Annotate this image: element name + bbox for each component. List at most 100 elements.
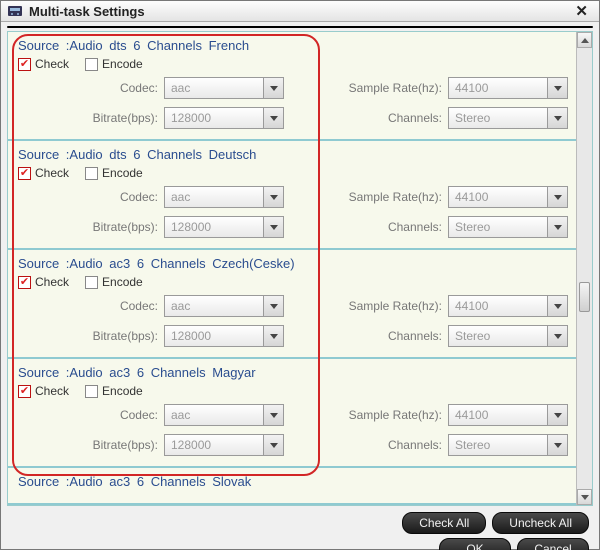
chevron-down-icon[interactable] bbox=[263, 435, 283, 455]
check-checkbox[interactable] bbox=[18, 385, 31, 398]
codec-select[interactable]: aac bbox=[164, 186, 284, 208]
chevron-down-icon[interactable] bbox=[547, 217, 567, 237]
bitrate-value: 128000 bbox=[171, 329, 211, 343]
channels-select[interactable]: Stereo bbox=[448, 325, 568, 347]
check-checkbox[interactable] bbox=[18, 167, 31, 180]
cancel-button[interactable]: Cancel bbox=[517, 538, 589, 550]
source-block: Source :Audio ac3 6 Channels Czech(Ceske… bbox=[8, 250, 576, 359]
check-label: Check bbox=[35, 384, 69, 398]
bitrate-field: Bitrate(bps):128000 bbox=[18, 434, 284, 456]
check-checkbox[interactable] bbox=[18, 58, 31, 71]
check-option[interactable]: Check bbox=[18, 384, 69, 398]
codec-field: Codec:aac bbox=[18, 295, 284, 317]
check-row: Check Encode bbox=[18, 384, 568, 398]
vertical-scrollbar[interactable] bbox=[576, 32, 592, 505]
channels-select[interactable]: Stereo bbox=[448, 434, 568, 456]
source-block: Source :Audio ac3 6 Channels Slovak bbox=[8, 468, 576, 505]
encode-option[interactable]: Encode bbox=[85, 57, 143, 71]
bitrate-select[interactable]: 128000 bbox=[164, 107, 284, 129]
field-grid: Codec:aacSample Rate(hz):44100Bitrate(bp… bbox=[18, 77, 568, 129]
codec-select[interactable]: aac bbox=[164, 404, 284, 426]
channels-field: Channels:Stereo bbox=[302, 216, 568, 238]
check-checkbox[interactable] bbox=[18, 276, 31, 289]
check-all-button[interactable]: Check All bbox=[402, 512, 486, 534]
samplerate-select[interactable]: 44100 bbox=[448, 186, 568, 208]
samplerate-label: Sample Rate(hz): bbox=[349, 190, 442, 204]
samplerate-value: 44100 bbox=[455, 408, 488, 422]
check-option[interactable]: Check bbox=[18, 57, 69, 71]
bitrate-select[interactable]: 128000 bbox=[164, 434, 284, 456]
samplerate-label: Sample Rate(hz): bbox=[349, 81, 442, 95]
chevron-down-icon[interactable] bbox=[547, 78, 567, 98]
encode-label: Encode bbox=[102, 384, 143, 398]
chevron-down-icon[interactable] bbox=[547, 296, 567, 316]
check-option[interactable]: Check bbox=[18, 275, 69, 289]
samplerate-select[interactable]: 44100 bbox=[448, 295, 568, 317]
encode-checkbox[interactable] bbox=[85, 276, 98, 289]
samplerate-value: 44100 bbox=[455, 81, 488, 95]
chevron-down-icon[interactable] bbox=[263, 108, 283, 128]
check-row: Check Encode bbox=[18, 166, 568, 180]
chevron-down-icon[interactable] bbox=[263, 326, 283, 346]
chevron-down-icon[interactable] bbox=[547, 326, 567, 346]
chevron-down-icon[interactable] bbox=[263, 187, 283, 207]
channels-value: Stereo bbox=[455, 220, 490, 234]
channels-value: Stereo bbox=[455, 329, 490, 343]
chevron-down-icon[interactable] bbox=[263, 78, 283, 98]
encode-label: Encode bbox=[102, 275, 143, 289]
chevron-down-icon[interactable] bbox=[263, 296, 283, 316]
encode-checkbox[interactable] bbox=[85, 58, 98, 71]
bitrate-select[interactable]: 128000 bbox=[164, 216, 284, 238]
close-icon[interactable]: ✕ bbox=[570, 1, 593, 21]
chevron-down-icon[interactable] bbox=[547, 108, 567, 128]
chevron-down-icon[interactable] bbox=[547, 435, 567, 455]
encode-label: Encode bbox=[102, 57, 143, 71]
samplerate-select[interactable]: 44100 bbox=[448, 404, 568, 426]
scroll-up-button[interactable] bbox=[577, 32, 592, 48]
titlebar: Multi-task Settings ✕ bbox=[1, 1, 599, 22]
channels-value: Stereo bbox=[455, 111, 490, 125]
codec-field: Codec: aac bbox=[18, 77, 284, 99]
bitrate-select[interactable]: 128000 bbox=[164, 325, 284, 347]
field-grid: Codec:aacSample Rate(hz):44100Bitrate(bp… bbox=[18, 186, 568, 238]
ok-button[interactable]: OK bbox=[439, 538, 511, 550]
check-option[interactable]: Check bbox=[18, 166, 69, 180]
scroll-thumb[interactable] bbox=[579, 282, 590, 312]
encode-checkbox[interactable] bbox=[85, 385, 98, 398]
codec-label: Codec: bbox=[120, 190, 158, 204]
codec-select[interactable]: aac bbox=[164, 77, 284, 99]
source-block: Source :Audio ac3 6 Channels MagyarCheck… bbox=[8, 359, 576, 468]
channels-field: Channels: Stereo bbox=[302, 107, 568, 129]
bitrate-value: 128000 bbox=[171, 111, 211, 125]
source-title: Source :Audio dts 6 Channels Deutsch bbox=[18, 147, 568, 162]
samplerate-field: Sample Rate(hz): 44100 bbox=[302, 186, 568, 208]
channels-select[interactable]: Stereo bbox=[448, 216, 568, 238]
codec-value: aac bbox=[171, 190, 190, 204]
codec-select[interactable]: aac bbox=[164, 295, 284, 317]
codec-label: Codec: bbox=[120, 81, 158, 95]
check-label: Check bbox=[35, 275, 69, 289]
uncheck-all-button[interactable]: Uncheck All bbox=[492, 512, 589, 534]
chevron-down-icon[interactable] bbox=[547, 405, 567, 425]
channels-label: Channels: bbox=[388, 111, 442, 125]
chevron-down-icon[interactable] bbox=[263, 405, 283, 425]
chevron-down-icon[interactable] bbox=[547, 187, 567, 207]
window: Multi-task Settings ✕ Video Audio Subtit… bbox=[0, 0, 600, 550]
encode-option[interactable]: Encode bbox=[85, 275, 143, 289]
button-row-1: Check All Uncheck All bbox=[1, 506, 599, 538]
encode-option[interactable]: Encode bbox=[85, 166, 143, 180]
encode-option[interactable]: Encode bbox=[85, 384, 143, 398]
source-block: Source :Audio dts 6 Channels Deutsch Chec… bbox=[8, 141, 576, 250]
samplerate-field: Sample Rate(hz):44100 bbox=[302, 404, 568, 426]
scroll-down-button[interactable] bbox=[577, 489, 592, 505]
samplerate-select[interactable]: 44100 bbox=[448, 77, 568, 99]
field-grid: Codec:aacSample Rate(hz):44100Bitrate(bp… bbox=[18, 295, 568, 347]
encode-checkbox[interactable] bbox=[85, 167, 98, 180]
check-row: Check Encode bbox=[18, 275, 568, 289]
encode-label: Encode bbox=[102, 166, 143, 180]
chevron-down-icon[interactable] bbox=[263, 217, 283, 237]
samplerate-field: Sample Rate(hz):44100 bbox=[302, 295, 568, 317]
app-icon bbox=[7, 3, 23, 19]
samplerate-value: 44100 bbox=[455, 190, 488, 204]
channels-select[interactable]: Stereo bbox=[448, 107, 568, 129]
